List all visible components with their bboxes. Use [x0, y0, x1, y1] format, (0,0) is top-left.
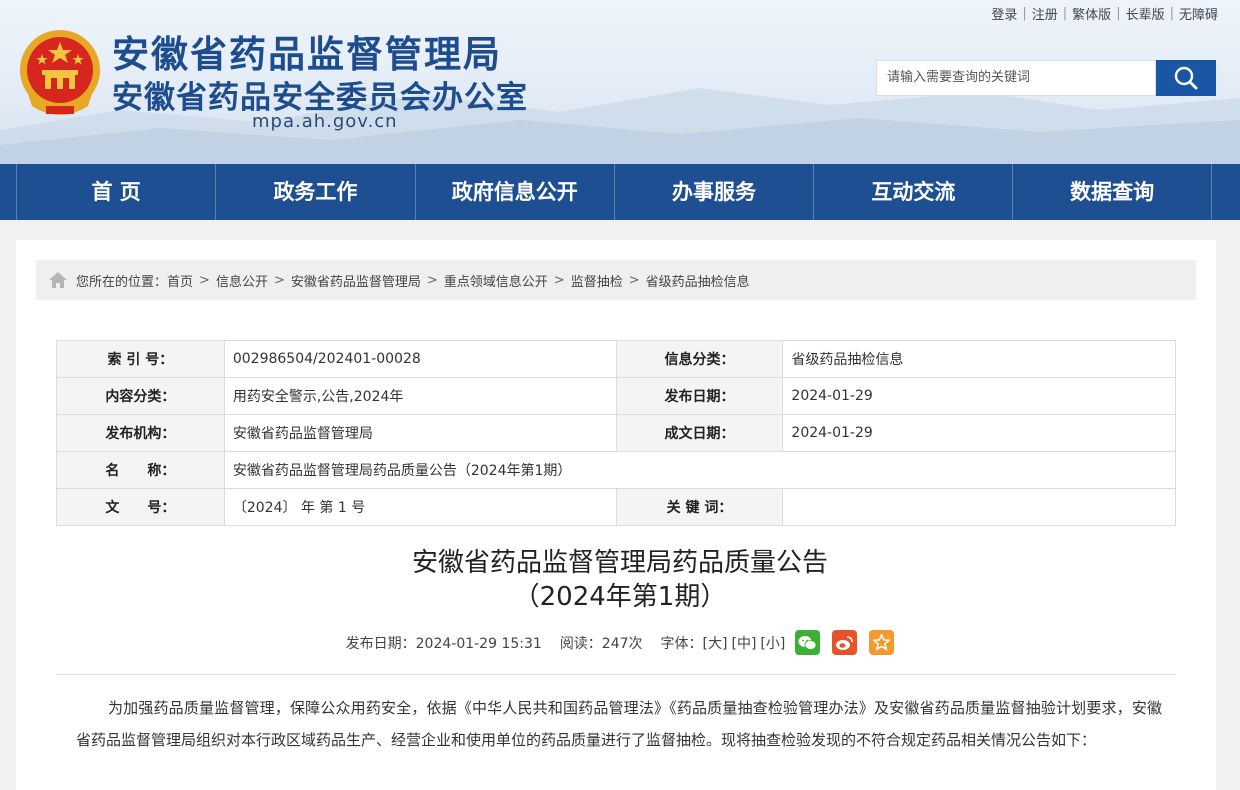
table-row: 内容分类： 用药安全警示,公告,2024年 发布日期： 2024-01-29	[56, 377, 1176, 415]
name-label: 名 称：	[56, 451, 225, 489]
nav-home[interactable]: 首 页	[16, 164, 215, 220]
article-title-line2: （2024年第1期）	[513, 582, 727, 612]
wechat-icon	[798, 635, 817, 650]
site-domain: mpa.ah.gov.cn	[252, 111, 398, 132]
traditional-chinese-link[interactable]: 繁体版	[1072, 4, 1111, 23]
info-metadata-table: 索 引 号： 002986504/202401-00028 信息分类： 省级药品…	[56, 340, 1177, 526]
separator: |	[1169, 6, 1174, 21]
main-content: 您所在的位置： 首页 > 信息公开 > 安徽省药品监督管理局 > 重点领域信息公…	[16, 240, 1216, 790]
breadcrumb-key-areas[interactable]: 重点领域信息公开	[444, 271, 548, 290]
register-link[interactable]: 注册	[1032, 4, 1058, 23]
site-header: 安徽省药品监督管理局 安徽省药品安全委员会办公室 mpa.ah.gov.cn 登…	[0, 0, 1240, 164]
content-category-value: 用药安全警示,公告,2024年	[223, 377, 617, 415]
created-date-label: 成文日期：	[615, 414, 784, 452]
font-large-button[interactable]: [大]	[703, 633, 728, 653]
table-row: 文 号： 〔2024〕 年 第 1 号 关 键 词：	[56, 488, 1176, 526]
breadcrumb-supervision[interactable]: 监督抽检	[571, 271, 623, 290]
index-value: 002986504/202401-00028	[223, 340, 617, 378]
search-button[interactable]	[1156, 60, 1216, 96]
breadcrumb-separator: >	[426, 272, 438, 288]
separator: |	[1022, 6, 1027, 21]
nav-government-affairs[interactable]: 政务工作	[215, 164, 414, 220]
main-nav: 首 页 政务工作 政府信息公开 办事服务 互动交流 数据查询	[0, 164, 1240, 220]
article-read-count: 阅读：247次	[559, 635, 643, 652]
nav-interaction[interactable]: 互动交流	[813, 164, 1012, 220]
doc-number-value: 〔2024〕 年 第 1 号	[223, 488, 617, 526]
breadcrumb-prefix: 您所在的位置：	[76, 274, 168, 290]
index-label: 索 引 号：	[56, 340, 225, 378]
national-emblem-icon	[20, 30, 100, 115]
search-icon	[1174, 66, 1198, 90]
publish-date-value: 2024-01-29	[782, 377, 1176, 415]
article-info-bar: 发布日期：2024-01-29 15:31 阅读：247次 字体： [大] [中…	[16, 630, 1224, 655]
article-title: 安徽省药品监督管理局药品质量公告 （2024年第1期）	[16, 546, 1224, 614]
doc-number-label: 文 号：	[56, 488, 225, 526]
home-icon	[49, 272, 67, 288]
publisher-label: 发布机构：	[56, 414, 225, 452]
breadcrumb: 您所在的位置： 首页 > 信息公开 > 安徽省药品监督管理局 > 重点领域信息公…	[36, 260, 1196, 300]
font-size-label: 字体：	[660, 635, 703, 652]
accessibility-link[interactable]: 无障碍	[1179, 4, 1218, 23]
article-title-line1: 安徽省药品监督管理局药品质量公告	[411, 548, 828, 578]
weibo-icon	[836, 635, 854, 650]
nav-info-disclosure[interactable]: 政府信息公开	[414, 164, 614, 220]
category-label: 信息分类：	[615, 340, 784, 378]
breadcrumb-separator: >	[553, 272, 565, 288]
name-value: 安徽省药品监督管理局药品质量公告（2024年第1期）	[223, 451, 1177, 489]
share-wechat-button[interactable]	[795, 630, 821, 655]
site-title-main: 安徽省药品监督管理局	[112, 33, 502, 76]
login-link[interactable]: 登录	[991, 4, 1017, 23]
search-input[interactable]: 请输入需要查询的关键词	[876, 60, 1156, 96]
favorite-button[interactable]	[869, 630, 895, 655]
article-publish-date: 发布日期：2024-01-29 15:31	[345, 635, 542, 652]
font-small-button[interactable]: [小]	[760, 633, 785, 653]
publish-date-label: 发布日期：	[615, 377, 784, 415]
breadcrumb-separator: >	[199, 272, 210, 288]
breadcrumb-separator: >	[273, 272, 285, 288]
separator: |	[1116, 6, 1121, 21]
breadcrumb-home[interactable]: 首页	[167, 271, 193, 290]
keywords-label: 关 键 词：	[615, 488, 784, 526]
nav-services[interactable]: 办事服务	[613, 164, 813, 220]
content-category-label: 内容分类：	[56, 377, 225, 415]
elder-version-link[interactable]: 长辈版	[1126, 4, 1165, 23]
table-row: 名 称： 安徽省药品监督管理局药品质量公告（2024年第1期）	[56, 451, 1177, 489]
article-paragraph: 为加强药品质量监督管理，保障公众用药安全，依据《中华人民共和国药品管理法》《药品…	[76, 699, 1162, 749]
publisher-value: 安徽省药品监督管理局	[223, 414, 617, 452]
created-date-value: 2024-01-29	[782, 414, 1176, 452]
breadcrumb-bureau[interactable]: 安徽省药品监督管理局	[291, 271, 421, 290]
divider	[56, 674, 1176, 675]
favorite-icon	[873, 634, 891, 651]
nav-data-query[interactable]: 数据查询	[1012, 164, 1212, 220]
table-row: 索 引 号： 002986504/202401-00028 信息分类： 省级药品…	[56, 340, 1176, 378]
font-medium-button[interactable]: [中]	[731, 633, 756, 653]
table-row: 发布机构： 安徽省药品监督管理局 成文日期： 2024-01-29	[56, 414, 1176, 452]
category-value: 省级药品抽检信息	[782, 340, 1176, 378]
breadcrumb-separator: >	[628, 272, 640, 288]
keywords-value	[782, 488, 1176, 526]
share-weibo-button[interactable]	[832, 630, 858, 655]
separator: |	[1062, 6, 1068, 21]
breadcrumb-provincial-sampling[interactable]: 省级药品抽检信息	[646, 271, 750, 290]
breadcrumb-info-public[interactable]: 信息公开	[216, 271, 268, 290]
top-links: 登录 | 注册 | 繁体版 | 长辈版 | 无障碍	[991, 4, 1218, 23]
